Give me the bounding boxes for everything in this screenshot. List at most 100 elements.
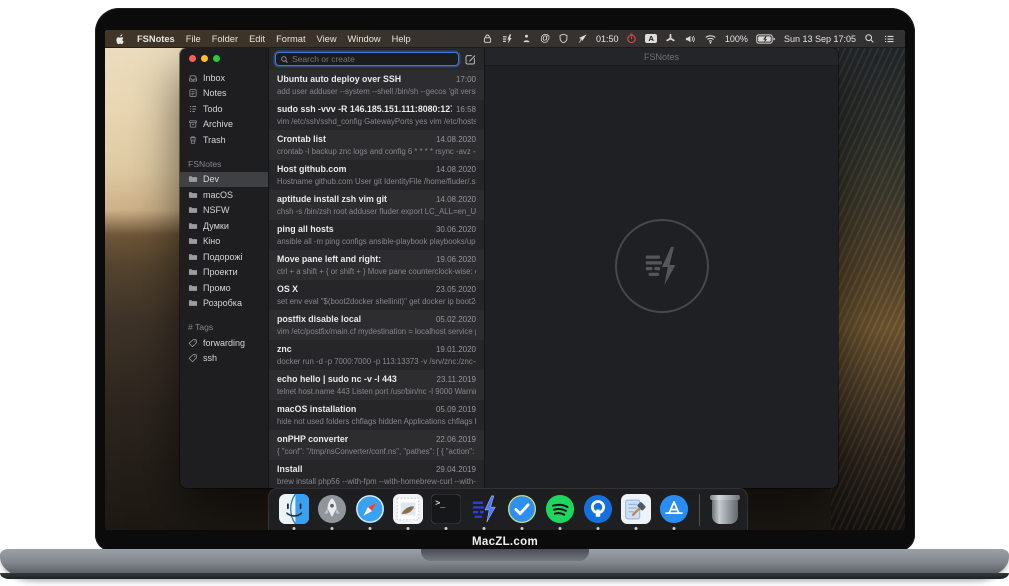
note-snippet: chsh -s /bin/zsh root adduser fluder exp…: [277, 207, 476, 216]
sidebar-item-trash[interactable]: Trash: [180, 132, 268, 148]
sidebar-item-label: Подорожі: [203, 252, 242, 262]
new-note-button[interactable]: [463, 52, 478, 66]
spotlight-icon[interactable]: [864, 33, 875, 44]
menu-item-format[interactable]: Format: [276, 34, 305, 44]
sidebar-folder-macos[interactable]: macOS: [180, 187, 268, 203]
menu-app-name[interactable]: FSNotes: [137, 34, 175, 44]
folder-icon: [188, 174, 198, 184]
menu-item-file[interactable]: File: [186, 34, 201, 44]
menu-item-edit[interactable]: Edit: [249, 34, 265, 44]
note-title: Crontab list: [277, 134, 432, 144]
menu-bar-status: @ 01:50 A 100% Sun 13 Sep 17:05: [482, 33, 895, 45]
shield-icon[interactable]: [558, 33, 569, 44]
user-icon[interactable]: [521, 33, 532, 44]
notification-center-icon[interactable]: [883, 33, 895, 45]
note-date: 23.05.2020: [436, 285, 476, 294]
lock-icon[interactable]: [482, 33, 493, 44]
at-sign-icon[interactable]: @: [540, 33, 550, 44]
sidebar-folder-dev[interactable]: Dev: [180, 172, 268, 188]
sidebar-folder-подорожі[interactable]: Подорожі: [180, 249, 268, 265]
sidebar-item-archive[interactable]: Archive: [180, 117, 268, 133]
apple-menu-icon[interactable]: [115, 33, 126, 45]
menu-item-help[interactable]: Help: [392, 34, 411, 44]
note-row[interactable]: onPHP converter22.06.2019{ "conf": "/tmp…: [269, 430, 484, 460]
note-row[interactable]: macOS installation05.09.2019hide not use…: [269, 400, 484, 430]
battery-icon[interactable]: [756, 34, 776, 44]
terminal-dock-icon[interactable]: >_: [431, 494, 461, 524]
menu-bar: FSNotes File Folder Edit Format View Window He…: [105, 30, 905, 48]
menu-item-window[interactable]: Window: [348, 34, 381, 44]
pushpin-icon[interactable]: [577, 33, 588, 44]
laptop-lid-notch: [421, 549, 589, 561]
launchpad-dock-icon[interactable]: [317, 494, 347, 524]
note-row[interactable]: OS X23.05.2020set env eval "$(boot2docke…: [269, 280, 484, 310]
fsnotes-dock-icon[interactable]: [469, 494, 499, 524]
note-snippet: docker run -d -p 7000:7000 -p 113:13373 …: [277, 357, 476, 366]
menu-items: File Folder Edit Format View Window Help: [186, 34, 411, 44]
menu-item-folder[interactable]: Folder: [212, 34, 238, 44]
note-title: znc: [277, 344, 432, 354]
close-button[interactable]: [189, 55, 196, 62]
note-row[interactable]: sudo ssh -vvv -R 146.185.151.111:8080:12…: [269, 100, 484, 130]
search-input[interactable]: Search or create: [275, 52, 459, 66]
folder-icon: [188, 298, 198, 308]
sidebar-item-label: forwarding: [203, 338, 245, 348]
menu-item-view[interactable]: View: [317, 34, 337, 44]
safari-dock-icon[interactable]: [355, 494, 385, 524]
menu-clock[interactable]: Sun 13 Sep 17:05: [784, 34, 856, 44]
sidebar-library: InboxNotesTodoArchiveTrash: [180, 70, 268, 148]
note-snippet: ctrl + a shift + { or shift + } Move pan…: [277, 267, 476, 276]
note-row[interactable]: postfix disable local05.02.2020vim /etc/…: [269, 310, 484, 340]
running-indicator: [369, 527, 372, 530]
spotify-dock-icon[interactable]: [545, 494, 575, 524]
sidebar-folder-думки[interactable]: Думки: [180, 218, 268, 234]
volume-icon[interactable]: [684, 33, 696, 45]
app-store-dock-icon[interactable]: [659, 494, 689, 524]
note-row[interactable]: Host github.com14.08.2020Hostname github…: [269, 160, 484, 190]
fan-icon[interactable]: [665, 33, 676, 44]
xcode-dock-icon[interactable]: [621, 494, 651, 524]
fsnotes-status-icon[interactable]: [501, 33, 513, 45]
running-indicator: [559, 527, 562, 530]
folder-icon: [188, 236, 198, 246]
minimize-button[interactable]: [201, 55, 208, 62]
note-row[interactable]: echo hello | sudo nc -v -l 44323.11.2019…: [269, 370, 484, 400]
sidebar-folder-nsfw[interactable]: NSFW: [180, 203, 268, 219]
note-date: 30.06.2020: [436, 225, 476, 234]
sidebar-item-label: macOS: [203, 190, 233, 200]
sidebar-folder-проекти[interactable]: Проекти: [180, 265, 268, 281]
mail-dock-icon[interactable]: [393, 494, 423, 524]
note-row[interactable]: ping all hosts30.06.2020ansible all -m p…: [269, 220, 484, 250]
note-snippet: set env eval "$(boot2docker shellinit)" …: [277, 297, 476, 306]
page: FSNotes File Folder Edit Format View Window He…: [0, 0, 1009, 586]
sidebar-item-todo[interactable]: Todo: [180, 101, 268, 117]
battery-percent[interactable]: 100%: [725, 34, 748, 44]
finder-dock-icon[interactable]: [279, 494, 309, 524]
note-row[interactable]: Install29.04.2019brew install php56 --wi…: [269, 460, 484, 488]
sidebar-tags: forwarding ssh: [180, 335, 268, 366]
wifi-icon[interactable]: [704, 33, 717, 45]
timer-icon[interactable]: [626, 33, 637, 44]
sidebar-item-notes[interactable]: Notes: [180, 86, 268, 102]
zoom-button[interactable]: [213, 55, 220, 62]
note-snippet: crontab -l backup znc logs and config 6 …: [277, 147, 476, 156]
things-dock-icon[interactable]: [507, 494, 537, 524]
keyboard-layout-icon[interactable]: A: [645, 34, 656, 44]
sidebar-folder-кіно[interactable]: Кіно: [180, 234, 268, 250]
note-row[interactable]: Move pane left and right:19.06.2020ctrl …: [269, 250, 484, 280]
sidebar-folder-промо[interactable]: Промо: [180, 280, 268, 296]
search-icon: [280, 55, 289, 64]
1password-dock-icon[interactable]: [583, 494, 613, 524]
tag-icon: [188, 353, 198, 363]
trash-dock-icon[interactable]: [712, 497, 738, 524]
elapsed-time[interactable]: 01:50: [596, 34, 619, 44]
note-row[interactable]: Ubuntu auto deploy over SSH17:00add user…: [269, 70, 484, 100]
note-row[interactable]: znc19.01.2020docker run -d -p 7000:7000 …: [269, 340, 484, 370]
sidebar-tag-ssh[interactable]: ssh: [180, 351, 268, 367]
note-row[interactable]: aptitude install zsh vim git14.08.2020ch…: [269, 190, 484, 220]
note-row[interactable]: Crontab list14.08.2020crontab -l backup …: [269, 130, 484, 160]
archive-icon: [188, 119, 198, 129]
sidebar-folder-розробка[interactable]: Розробка: [180, 296, 268, 312]
sidebar-tag-forwarding[interactable]: forwarding: [180, 335, 268, 351]
sidebar-item-inbox[interactable]: Inbox: [180, 70, 268, 86]
